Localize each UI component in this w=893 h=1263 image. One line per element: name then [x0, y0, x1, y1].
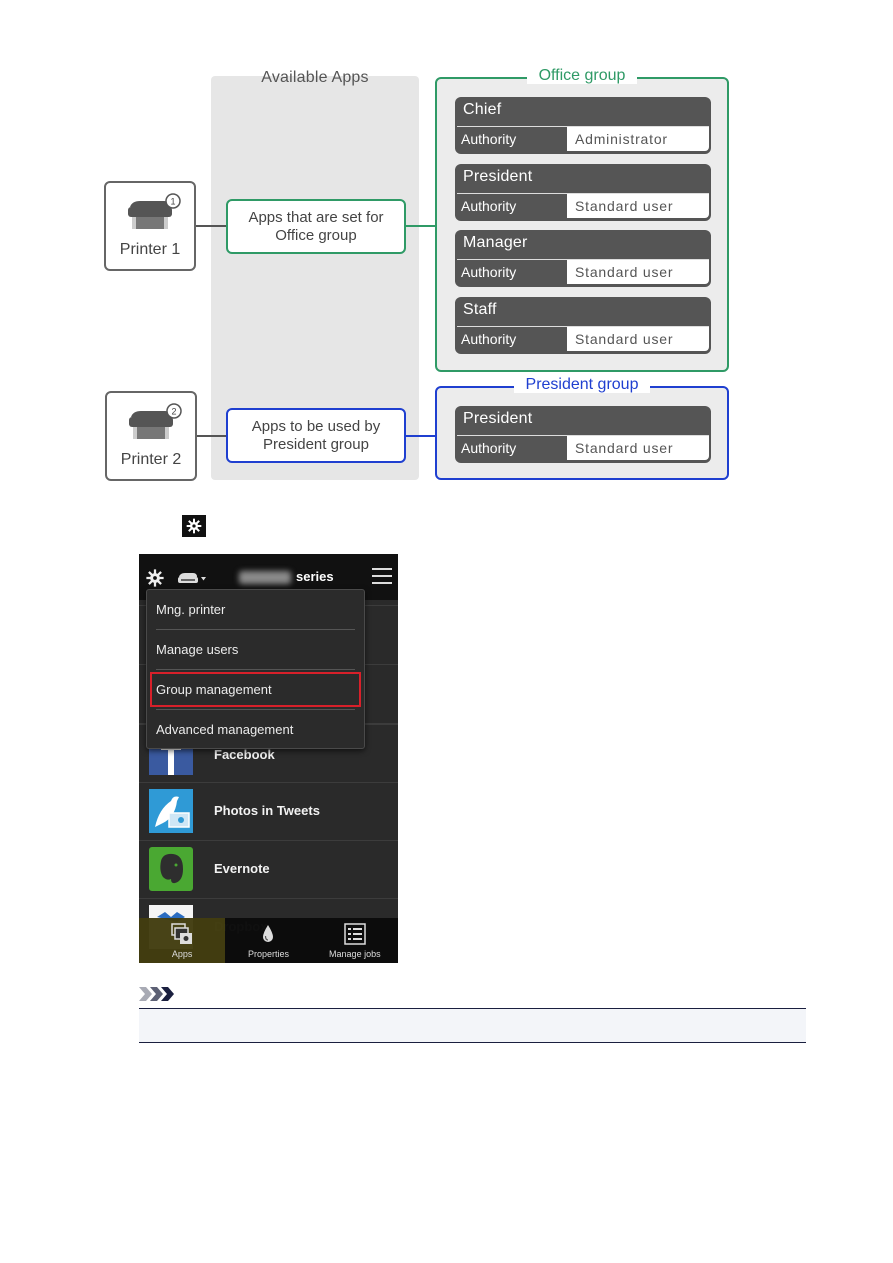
model-name-blurred: [239, 571, 291, 584]
user-card: Manager Authority Standard user: [455, 230, 711, 287]
phone-screenshot: Facebook Photos in Tweets Evernote Dropb…: [139, 554, 398, 963]
user-name: President: [463, 168, 533, 185]
authority-value: Standard user: [567, 194, 709, 218]
ink-drop-icon: [263, 925, 274, 942]
printer-2-box: 2 Printer 2: [105, 391, 197, 481]
connector-line: [197, 435, 227, 437]
printer-label: Printer 2: [120, 451, 182, 468]
office-group-frame: Office group Chief Authority Administrat…: [435, 67, 729, 372]
apps-icon: [171, 923, 193, 944]
office-apps-box: Apps that are set for Office group: [226, 199, 406, 254]
tab-label: Properties: [247, 949, 289, 959]
president-group-frame: President group President Authority Stan…: [435, 376, 729, 480]
user-name: President: [463, 410, 533, 427]
app-set-label: Apps to be used by President group: [251, 417, 381, 453]
connector-line: [196, 225, 226, 227]
hamburger-menu-icon[interactable]: [372, 568, 392, 586]
authority-label: Authority: [457, 436, 567, 460]
photos-in-tweets-icon: [149, 789, 193, 833]
job-list-icon: [344, 923, 366, 945]
authority-value: Standard user: [567, 436, 709, 460]
authority-value: Standard user: [567, 327, 709, 351]
user-card: President Authority Standard user: [455, 164, 711, 221]
highlight-box: [150, 672, 361, 707]
user-card: Chief Authority Administrator: [455, 97, 711, 154]
user-name: Staff: [463, 301, 497, 318]
printer-1-box: 1 Printer 1: [104, 181, 196, 271]
menu-item-mng-printer[interactable]: Mng. printer: [147, 590, 364, 630]
user-name: Manager: [463, 234, 528, 251]
app-name: Evernote: [214, 861, 270, 876]
printer-icon: 1: [128, 193, 181, 229]
connector-line: [404, 225, 436, 227]
app-name: Photos in Tweets: [214, 803, 320, 818]
bottom-tab-bar: Apps Properties Manage jobs: [139, 918, 398, 963]
authority-value: Administrator: [567, 127, 709, 151]
printer-badge: 2: [171, 407, 176, 417]
tab-label: Manage jobs: [329, 949, 381, 959]
printer-label: Printer 1: [119, 241, 181, 258]
note-chevrons-icon: [139, 987, 174, 1001]
gear-icon[interactable]: [146, 569, 164, 587]
menu-item-manage-users[interactable]: Manage users: [147, 630, 364, 670]
tab-manage-jobs[interactable]: Manage jobs: [312, 918, 398, 963]
group-title: Office group: [526, 67, 638, 84]
user-card: President Authority Standard user: [455, 406, 711, 463]
app-set-label: Apps that are set for Office group: [248, 208, 384, 244]
menu-item-advanced-management[interactable]: Advanced management: [147, 710, 364, 750]
group-title: President group: [513, 376, 651, 393]
connector-line: [404, 435, 436, 437]
available-apps-title: Available Apps: [261, 69, 369, 86]
printer-select-icon[interactable]: [177, 571, 207, 585]
app-list-item[interactable]: Photos in Tweets: [139, 782, 398, 840]
evernote-icon: [149, 847, 193, 891]
authority-label: Authority: [457, 194, 567, 218]
settings-dropdown-menu: Mng. printer Manage users Group manageme…: [146, 589, 365, 749]
series-label: series: [296, 569, 334, 584]
user-card: Staff Authority Standard user: [455, 297, 711, 354]
app-list-item[interactable]: Evernote: [139, 840, 398, 898]
printer-icon: 2: [129, 403, 182, 439]
note-box: [139, 1008, 806, 1043]
authority-label: Authority: [457, 327, 567, 351]
printer-badge: 1: [170, 197, 175, 207]
user-name: Chief: [463, 101, 502, 118]
tab-apps[interactable]: Apps: [139, 918, 226, 963]
president-apps-box: Apps to be used by President group: [226, 408, 406, 463]
authority-label: Authority: [457, 127, 567, 151]
authority-value: Standard user: [567, 260, 709, 284]
authority-label: Authority: [457, 260, 567, 284]
tab-label: Apps: [171, 949, 193, 959]
gear-icon: [182, 515, 206, 537]
tab-properties[interactable]: Properties: [225, 918, 311, 963]
